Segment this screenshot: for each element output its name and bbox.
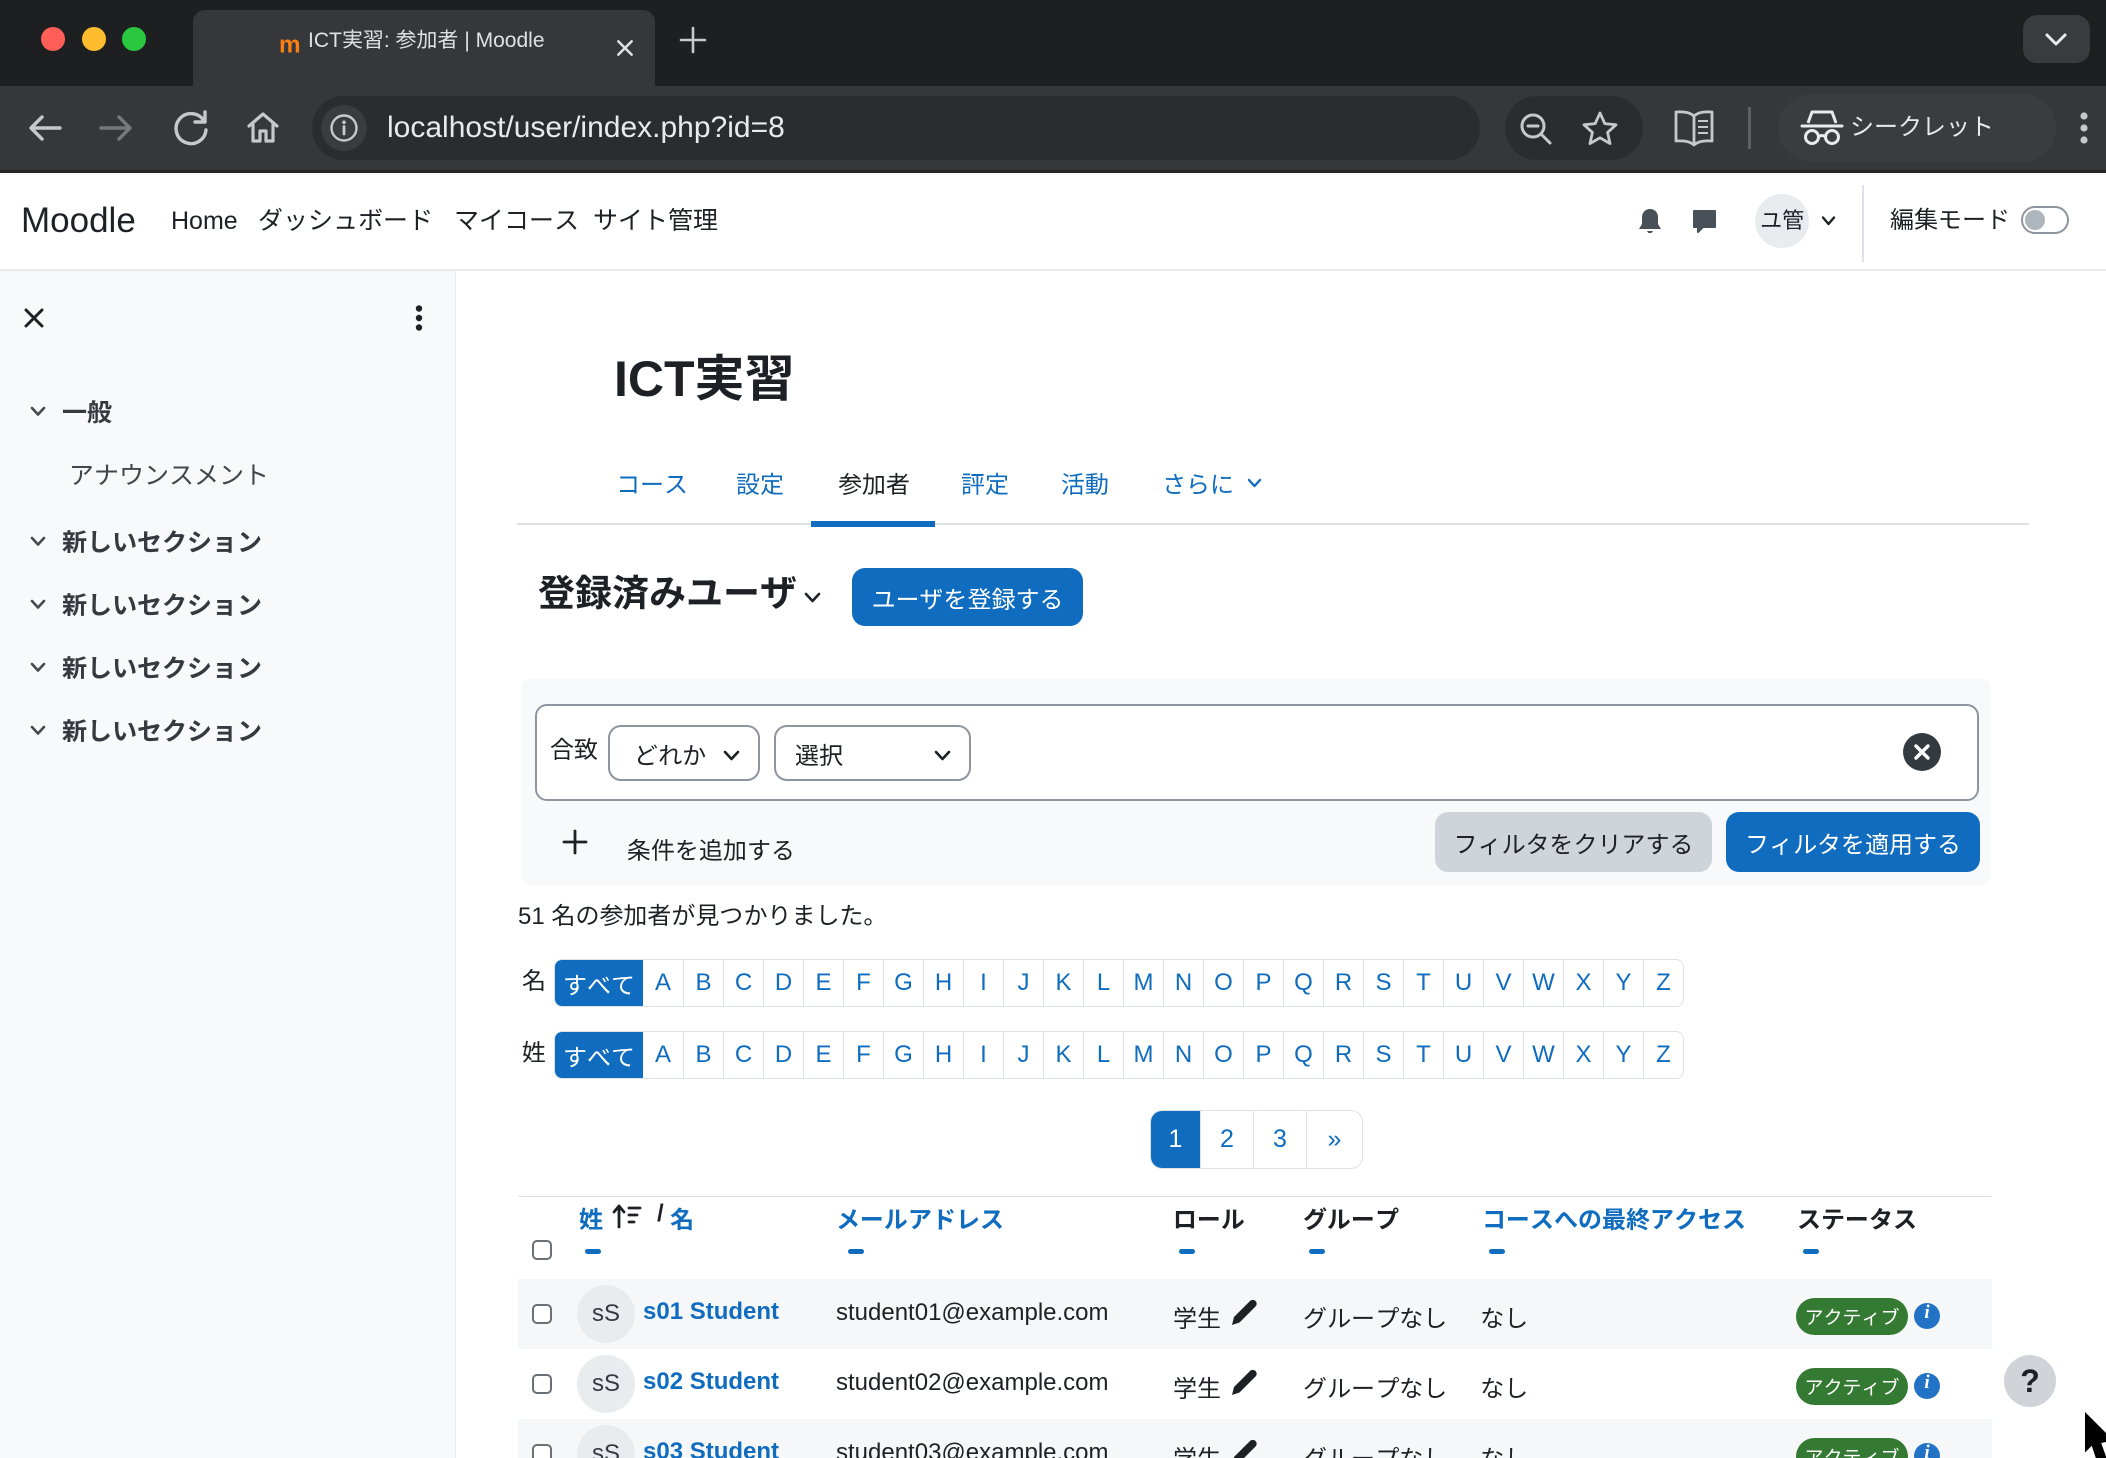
svg-text:m: m <box>279 32 301 57</box>
